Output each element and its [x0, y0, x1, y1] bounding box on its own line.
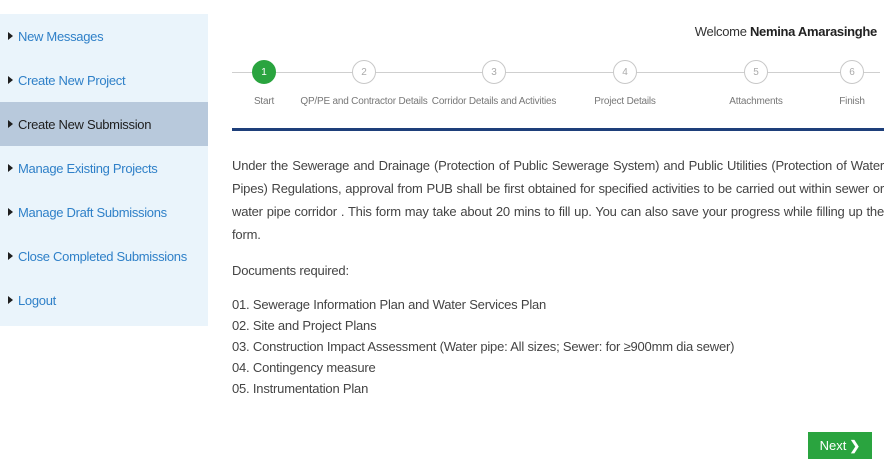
step-4-label: Project Details: [594, 96, 656, 107]
step-number: 5: [753, 66, 759, 78]
sidebar-item-label: Logout: [18, 292, 56, 308]
sidebar-item-close-completed-submissions[interactable]: Close Completed Submissions: [0, 234, 208, 278]
sidebar-item-label: New Messages: [18, 28, 104, 44]
step-1-label: Start: [253, 96, 275, 107]
document-item: 05. Instrumentation Plan: [232, 381, 369, 396]
user-name: Nemina Amarasinghe: [749, 24, 877, 39]
step-2-circle[interactable]: 2: [352, 60, 376, 84]
next-button-label: Next: [819, 438, 847, 453]
sidebar-item-manage-existing-projects[interactable]: Manage Existing Projects: [0, 146, 208, 190]
step-1-circle[interactable]: 1: [252, 60, 276, 84]
step-number: 6: [849, 66, 855, 78]
sidebar: New Messages Create New Project Create N…: [0, 14, 208, 326]
bullet-triangle-icon: [8, 164, 13, 172]
documents-heading: Documents required:: [232, 263, 349, 278]
stepper-track: [232, 72, 880, 73]
step-number: 1: [261, 66, 267, 78]
chevron-right-icon: ❯: [849, 437, 861, 453]
document-item: 02. Site and Project Plans: [232, 318, 377, 333]
document-item: 04. Contingency measure: [232, 360, 376, 375]
page: New Messages Create New Project Create N…: [0, 0, 887, 459]
step-3-circle[interactable]: 3: [482, 60, 506, 84]
sidebar-item-label: Manage Draft Submissions: [18, 204, 167, 220]
step-2-label: QP/PE and Contractor Details: [300, 96, 428, 107]
sidebar-item-label: Create New Project: [18, 72, 126, 88]
step-5-label: Attachments: [729, 96, 783, 107]
main-content: Under the Sewerage and Drainage (Protect…: [232, 154, 884, 399]
sidebar-item-new-messages[interactable]: New Messages: [0, 14, 208, 58]
sidebar-item-label: Manage Existing Projects: [18, 160, 158, 176]
sidebar-item-label: Close Completed Submissions: [18, 248, 187, 264]
progress-stepper: 1 Start 2 QP/PE and Contractor Details 3…: [232, 56, 882, 116]
bullet-triangle-icon: [8, 76, 13, 84]
step-6-circle[interactable]: 6: [840, 60, 864, 84]
sidebar-item-manage-draft-submissions[interactable]: Manage Draft Submissions: [0, 190, 208, 234]
intro-paragraph: Under the Sewerage and Drainage (Protect…: [232, 158, 884, 242]
sidebar-item-label: Create New Submission: [18, 116, 152, 132]
document-item: 01. Sewerage Information Plan and Water …: [232, 297, 547, 312]
sidebar-item-create-new-project[interactable]: Create New Project: [0, 58, 208, 102]
bullet-triangle-icon: [8, 120, 13, 128]
step-number: 3: [491, 66, 497, 78]
welcome-message: Welcome Nemina Amarasinghe: [694, 24, 878, 39]
step-5-circle[interactable]: 5: [744, 60, 768, 84]
document-item: 03. Construction Impact Assessment (Wate…: [232, 339, 735, 354]
documents-list: 01. Sewerage Information Plan and Water …: [232, 294, 884, 399]
next-button[interactable]: Next ❯: [808, 432, 872, 459]
step-number: 2: [361, 66, 367, 78]
bullet-triangle-icon: [8, 296, 13, 304]
stepper-divider: [232, 128, 884, 131]
step-3-label: Corridor Details and Activities: [431, 96, 557, 107]
welcome-prefix: Welcome: [694, 24, 747, 39]
bullet-triangle-icon: [8, 32, 13, 40]
bullet-triangle-icon: [8, 252, 13, 260]
sidebar-item-create-new-submission[interactable]: Create New Submission: [0, 102, 208, 146]
step-4-circle[interactable]: 4: [613, 60, 637, 84]
bullet-triangle-icon: [8, 208, 13, 216]
step-6-label: Finish: [839, 96, 865, 107]
step-number: 4: [622, 66, 628, 78]
sidebar-item-logout[interactable]: Logout: [0, 278, 208, 322]
